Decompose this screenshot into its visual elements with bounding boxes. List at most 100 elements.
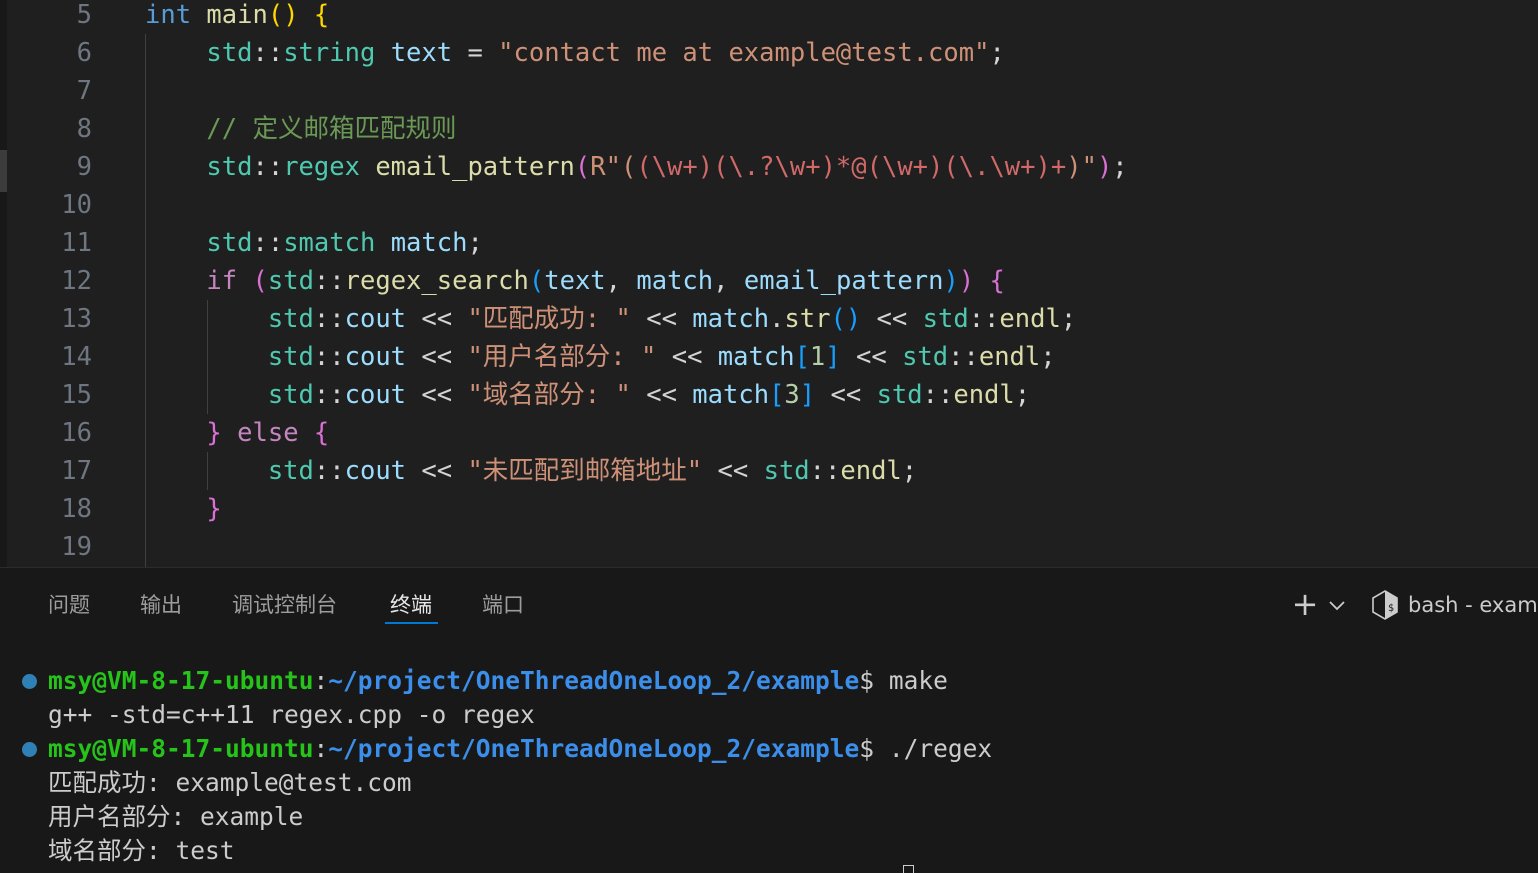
code-line[interactable]: 19 [0,528,1538,566]
terminal-instance-tab[interactable]: $ bash - examp [1366,586,1538,626]
code-text: std::cout << "匹配成功: " << match.str() << … [145,300,1076,338]
code-line[interactable]: 5 int main() { [0,0,1538,34]
new-terminal-button[interactable]: + [1290,588,1320,620]
prompt-command: make [888,666,948,695]
output-text: 用户名部分: example [48,802,304,831]
code-token: << [656,342,718,372]
tab-ports[interactable]: 端口 [482,590,524,620]
tab-terminal[interactable]: 终端 [390,590,432,620]
code-token: )" [1066,152,1097,182]
code-token: cout [344,342,407,372]
line-number: 7 [76,76,92,106]
code-token: main [206,0,268,30]
code-token: 3 [784,380,800,410]
terminal-profiles-button[interactable] [1326,594,1348,616]
code-token: :: [313,456,345,486]
code-line[interactable]: 11 std::smatch match; [0,224,1538,262]
code-token: std [206,152,253,182]
code-token: { [313,418,330,448]
code-token: ] [825,342,841,372]
code-token: match [692,380,770,410]
code-token: endl [840,456,902,486]
command-decoration-dot[interactable] [22,742,37,757]
code-token: ( [528,266,545,296]
code-line[interactable]: 13 std::cout << "匹配成功: " << match.str() … [0,300,1538,338]
code-token: :: [922,380,954,410]
tab-output[interactable]: 输出 [140,590,182,620]
output-text: 匹配成功: example@test.com [48,768,412,797]
line-number: 8 [76,114,92,144]
code-token: "contact me at example@test.com" [498,38,990,68]
code-token: << [861,304,923,334]
code-line[interactable]: 7 [0,72,1538,110]
code-token: int [145,0,192,30]
line-number: 9 [76,152,92,182]
code-line[interactable]: 6 std::string text = "contact me at exam… [0,34,1538,72]
code-token: ) [845,304,862,334]
code-token: match [692,304,770,334]
code-line[interactable]: 17 std::cout << "未匹配到邮箱地址" << std::endl; [0,452,1538,490]
prompt-separator: : [313,734,329,763]
code-line[interactable]: 9 std::regex email_pattern(R"((\w+)(\.?\… [0,148,1538,186]
code-token: { [313,0,330,30]
tab-debug-console[interactable]: 调试控制台 [232,590,337,620]
code-token: << [406,380,468,410]
code-token: ; [1040,342,1056,372]
prompt-user: msy@VM-8-17-ubuntu [48,666,314,695]
code-token: ; [1060,304,1077,334]
code-line[interactable]: 16 } else { [0,414,1538,452]
tab-problems[interactable]: 问题 [48,590,90,620]
code-token: str [784,304,831,334]
line-number: 18 [61,494,92,524]
code-token: :: [948,342,979,372]
code-token: ) [1096,152,1113,182]
code-line[interactable]: 15 std::cout << "域名部分: " << match[3] << … [0,376,1538,414]
code-token: << [702,456,764,486]
code-token: std [876,380,923,410]
terminal-output-line: 匹配成功: example@test.com [48,766,412,800]
terminal-prompt-line: msy@VM-8-17-ubuntu:~/project/OneThreadOn… [48,664,948,698]
code-token: endl [953,380,1015,410]
output-text: 域名部分: test [48,836,235,865]
prompt-command: ./regex [888,734,993,763]
code-token: endl [978,342,1041,372]
prompt-path: ~/project/OneThreadOneLoop_2/example [328,666,860,695]
bottom-panel: 问题 输出 调试控制台 终端 端口 + $ bash - examp msy@V… [0,567,1538,873]
code-line[interactable]: 18 } [0,490,1538,528]
line-number: 11 [61,228,92,258]
code-token: :: [313,380,345,410]
code-token: << [630,380,693,410]
code-text: // 定义邮箱匹配规则 [145,110,456,148]
code-line[interactable]: 12 if (std::regex_search(text, match, em… [0,262,1538,300]
code-token: text [544,266,606,296]
code-line[interactable]: 14 std::cout << "用户名部分: " << match[1] <<… [0,338,1538,376]
line-number: 10 [61,190,92,220]
code-token: ) [958,266,975,296]
code-token: << [840,342,903,372]
code-line[interactable]: 10 [0,186,1538,224]
code-text: std::cout << "域名部分: " << match[3] << std… [145,376,1030,414]
code-text: } [145,490,221,528]
code-token: [ [794,342,810,372]
command-decoration-dot[interactable] [22,674,37,689]
code-token: std [267,266,314,296]
terminal-output-line: 用户名部分: example [48,800,303,834]
code-token: ; [1014,380,1031,410]
code-editor[interactable]: 5 int main() {6 std::string text = "conta… [0,0,1538,567]
code-token: . [769,304,785,334]
code-token: ) [943,266,959,296]
chevron-down-icon [1329,601,1345,611]
code-token: // 定义邮箱匹配规则 [206,114,457,144]
code-line[interactable]: 8 // 定义邮箱匹配规则 [0,110,1538,148]
code-token: std [267,456,314,486]
code-token: :: [313,266,345,296]
terminal-output-line: 域名部分: test [48,834,235,868]
